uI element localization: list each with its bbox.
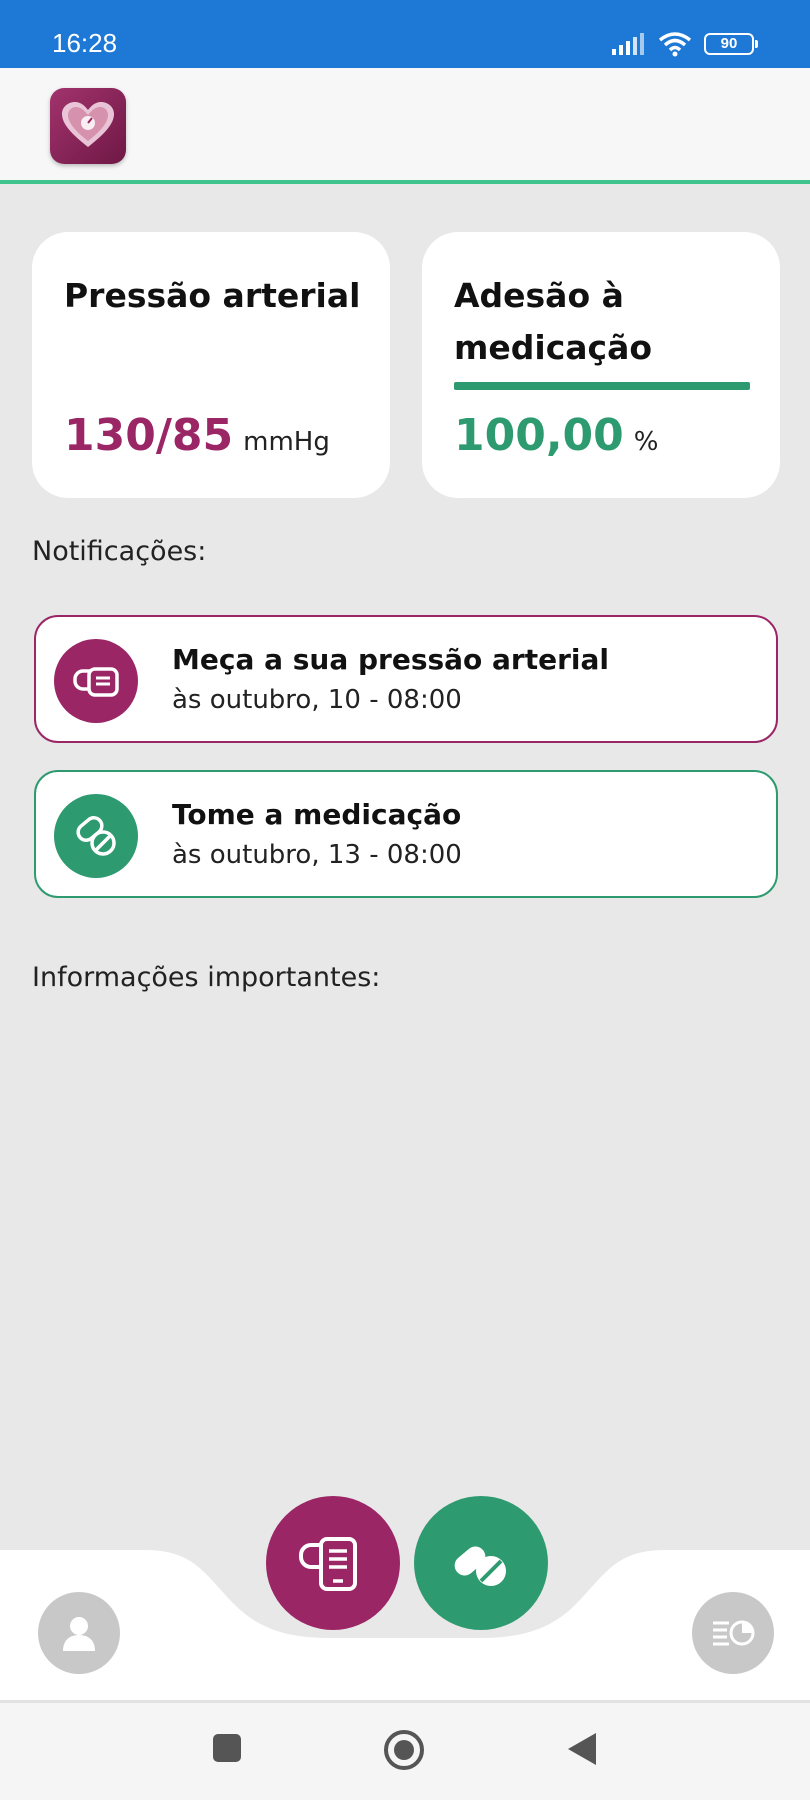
notification-title: Tome a medicação bbox=[172, 798, 462, 831]
back-icon[interactable] bbox=[566, 1731, 598, 1771]
pills-icon bbox=[454, 1546, 506, 1586]
statistics-button[interactable] bbox=[692, 1592, 774, 1674]
profile-icon bbox=[63, 1617, 95, 1651]
blood-pressure-monitor-icon bbox=[299, 1537, 357, 1591]
status-bar: 16:28 90 bbox=[0, 0, 810, 68]
adherence-value-row: 100,00 % bbox=[454, 410, 659, 461]
notification-take-medication[interactable]: Tome a medicação às outubro, 13 - 08:00 bbox=[34, 770, 778, 898]
stats-icon bbox=[713, 1620, 755, 1646]
blood-pressure-value: 130/85 bbox=[64, 410, 234, 461]
medication-button[interactable] bbox=[414, 1496, 548, 1630]
blood-pressure-card[interactable]: Pressão arterial 130/85 mmHg bbox=[32, 232, 390, 498]
notifications-label: Notificações: bbox=[32, 536, 207, 567]
important-info-label: Informações importantes: bbox=[32, 962, 381, 993]
pills-icon bbox=[54, 794, 138, 878]
profile-button[interactable] bbox=[38, 1592, 120, 1674]
adherence-value: 100,00 bbox=[454, 410, 624, 461]
notification-measure-bp[interactable]: Meça a sua pressão arterial às outubro, … bbox=[34, 615, 778, 743]
adherence-progress-bar bbox=[454, 382, 750, 390]
adherence-card[interactable]: Adesão à medicação 100,00 % bbox=[422, 232, 780, 498]
system-nav-bar bbox=[0, 1700, 810, 1800]
status-icons: 90 bbox=[612, 30, 758, 58]
blood-pressure-unit: mmHg bbox=[243, 427, 330, 457]
adherence-title: Adesão à medicação bbox=[454, 276, 653, 367]
wifi-icon bbox=[658, 32, 692, 57]
home-icon[interactable] bbox=[383, 1729, 425, 1775]
battery-level: 90 bbox=[720, 35, 738, 52]
recent-apps-icon[interactable] bbox=[212, 1733, 242, 1767]
notification-time: às outubro, 13 - 08:00 bbox=[172, 840, 462, 870]
heart-logo-icon[interactable] bbox=[50, 88, 126, 164]
notification-time: às outubro, 10 - 08:00 bbox=[172, 685, 462, 715]
battery-icon: 90 bbox=[704, 33, 758, 55]
bp-measure-button[interactable] bbox=[266, 1496, 400, 1630]
blood-pressure-title: Pressão arterial bbox=[64, 276, 361, 315]
notification-title: Meça a sua pressão arterial bbox=[172, 643, 610, 676]
signal-icon bbox=[612, 33, 644, 55]
status-time: 16:28 bbox=[52, 28, 118, 58]
adherence-unit: % bbox=[633, 427, 659, 457]
bottom-nav-bar bbox=[0, 1550, 810, 1700]
blood-pressure-monitor-icon bbox=[54, 639, 138, 723]
blood-pressure-value-row: 130/85 mmHg bbox=[64, 410, 330, 461]
app-header bbox=[0, 68, 810, 184]
adherence-progress-fill bbox=[454, 382, 750, 390]
